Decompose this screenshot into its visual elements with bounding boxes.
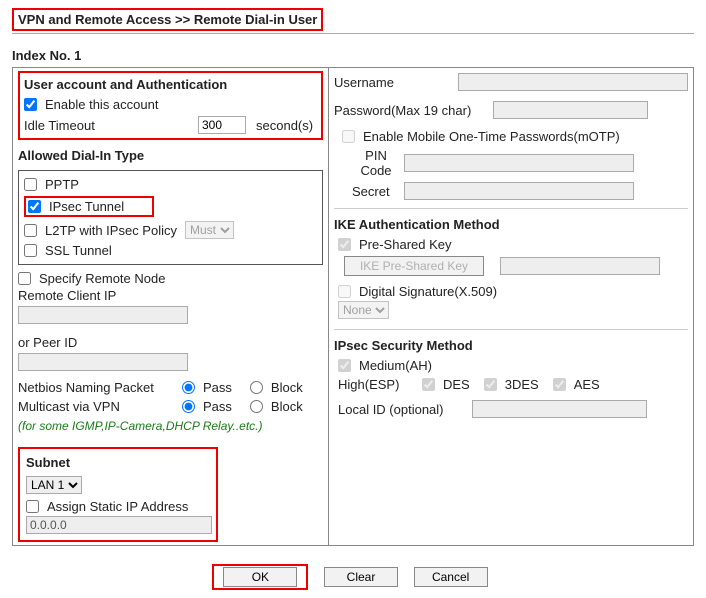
l2tp-policy-select[interactable]: Must [185, 221, 234, 239]
remote-client-ip-label: Remote Client IP [18, 288, 323, 303]
multicast-block-label: Block [271, 399, 303, 414]
netbios-pass-label: Pass [203, 380, 232, 395]
enable-account-checkbox[interactable] [24, 98, 37, 111]
subnet-frame: Subnet LAN 1 Assign Static IP Address [18, 447, 218, 542]
pptp-checkbox[interactable] [24, 178, 37, 191]
multicast-block-radio[interactable] [250, 400, 263, 413]
secret-field[interactable] [404, 182, 634, 200]
ok-button[interactable]: OK [223, 567, 297, 587]
cancel-button[interactable]: Cancel [414, 567, 488, 587]
account-auth-heading: User account and Authentication [24, 75, 317, 95]
motp-checkbox[interactable] [342, 130, 355, 143]
3des-checkbox[interactable] [484, 378, 497, 391]
breadcrumb-row: VPN and Remote Access >> Remote Dial-in … [12, 8, 694, 34]
peer-id-field[interactable] [18, 353, 188, 371]
local-id-label: Local ID (optional) [338, 402, 468, 417]
pin-label: PIN Code [352, 148, 400, 178]
ds-checkbox[interactable] [338, 285, 351, 298]
password-label: Password(Max 19 char) [334, 103, 489, 118]
ipsec-checkbox[interactable] [28, 200, 41, 213]
ssl-label: SSL Tunnel [45, 243, 112, 258]
static-ip-field[interactable] [26, 516, 212, 534]
remote-client-ip-field[interactable] [18, 306, 188, 324]
ike-auth-heading: IKE Authentication Method [334, 215, 688, 235]
allowed-dialin-box: PPTP IPsec Tunnel L2TP with IPsec Policy… [18, 170, 323, 265]
local-id-field[interactable] [472, 400, 647, 418]
ds-label: Digital Signature(X.509) [359, 284, 497, 299]
allowed-dialin-heading: Allowed Dial-In Type [18, 146, 323, 166]
ok-frame: OK [212, 564, 308, 590]
netbios-label: Netbios Naming Packet [18, 380, 178, 395]
password-field[interactable] [493, 101, 648, 119]
medium-checkbox[interactable] [338, 359, 351, 372]
subnet-select[interactable]: LAN 1 [26, 476, 82, 494]
ssl-checkbox[interactable] [24, 244, 37, 257]
left-column: User account and Authentication Enable t… [13, 68, 329, 546]
idle-timeout-label: Idle Timeout [24, 118, 194, 133]
multicast-pass-radio[interactable] [182, 400, 195, 413]
multicast-pass-label: Pass [203, 399, 232, 414]
netbios-block-radio[interactable] [250, 381, 263, 394]
idle-timeout-field[interactable] [198, 116, 246, 134]
pin-field[interactable] [404, 154, 634, 172]
des-checkbox[interactable] [422, 378, 435, 391]
assign-static-checkbox[interactable] [26, 500, 39, 513]
motp-label: Enable Mobile One-Time Passwords(mOTP) [363, 129, 620, 144]
multicast-label: Multicast via VPN [18, 399, 178, 414]
netbios-block-label: Block [271, 380, 303, 395]
account-auth-frame: User account and Authentication Enable t… [18, 71, 323, 140]
aes-label: AES [574, 377, 600, 392]
assign-static-label: Assign Static IP Address [47, 499, 188, 514]
index-number: Index No. 1 [12, 48, 694, 63]
username-field[interactable] [458, 73, 688, 91]
aes-checkbox[interactable] [553, 378, 566, 391]
netbios-pass-radio[interactable] [182, 381, 195, 394]
des-label: DES [443, 377, 470, 392]
psk-label: Pre-Shared Key [359, 237, 452, 252]
medium-label: Medium(AH) [359, 358, 432, 373]
secret-label: Secret [352, 184, 400, 199]
specify-remote-checkbox[interactable] [18, 272, 31, 285]
breadcrumb: VPN and Remote Access >> Remote Dial-in … [12, 8, 323, 31]
username-label: Username [334, 75, 454, 90]
subnet-heading: Subnet [26, 453, 210, 473]
high-esp-label: High(ESP) [338, 377, 418, 392]
psk-value-field[interactable] [500, 257, 660, 275]
config-table: User account and Authentication Enable t… [12, 67, 694, 546]
right-column: Username Password(Max 19 char) Enable Mo… [329, 68, 694, 546]
multicast-note: (for some IGMP,IP-Camera,DHCP Relay..etc… [18, 416, 323, 435]
idle-timeout-unit: second(s) [256, 118, 313, 133]
enable-account-label: Enable this account [45, 97, 158, 112]
clear-button[interactable]: Clear [324, 567, 398, 587]
ipsec-sec-heading: IPsec Security Method [334, 336, 688, 356]
pptp-label: PPTP [45, 177, 79, 192]
specify-remote-label: Specify Remote Node [39, 271, 165, 286]
button-row: OK Clear Cancel [12, 564, 694, 590]
psk-checkbox[interactable] [338, 238, 351, 251]
l2tp-checkbox[interactable] [24, 224, 37, 237]
psk-button[interactable]: IKE Pre-Shared Key [344, 256, 484, 276]
or-peer-id-label: or Peer ID [18, 335, 323, 350]
ipsec-label: IPsec Tunnel [49, 199, 124, 214]
ds-select[interactable]: None [338, 301, 389, 319]
l2tp-label: L2TP with IPsec Policy [45, 223, 177, 238]
3des-label: 3DES [505, 377, 539, 392]
